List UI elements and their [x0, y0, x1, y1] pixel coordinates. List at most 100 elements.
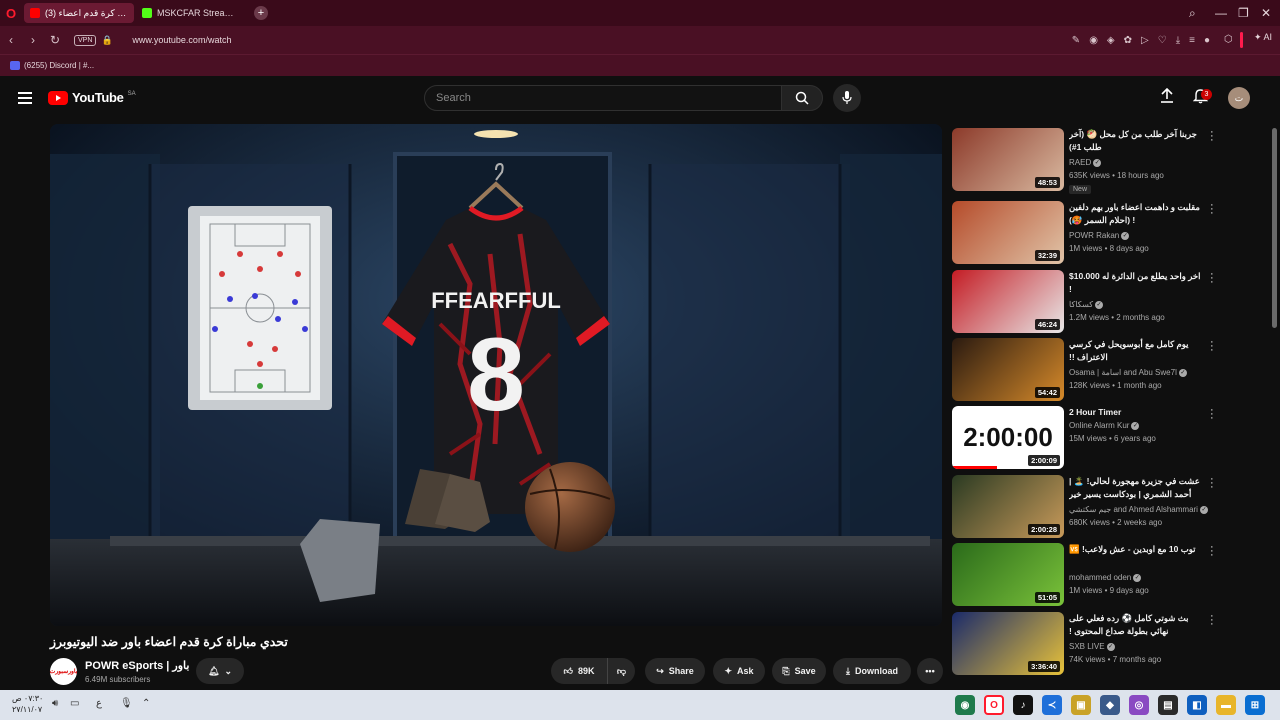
- more-options-icon[interactable]: · · ·: [1210, 542, 1214, 561]
- tab-kick-stream[interactable]: MSKCFAR Stream - Watch: [136, 3, 246, 23]
- forward-icon[interactable]: ›: [22, 33, 44, 47]
- camera-icon[interactable]: ◉: [1089, 35, 1098, 46]
- page-scrollbar[interactable]: [1272, 128, 1277, 328]
- network-icon[interactable]: ▭: [70, 698, 79, 709]
- more-options-icon[interactable]: · · ·: [1210, 474, 1214, 493]
- play-icon[interactable]: ▷: [1141, 35, 1149, 46]
- file-explorer-icon[interactable]: ▬: [1216, 695, 1236, 715]
- more-actions-button[interactable]: •••: [917, 658, 943, 684]
- like-button[interactable]: 👍︎ 89K: [551, 658, 607, 684]
- taskbar-app-icon[interactable]: ▣: [1071, 695, 1091, 715]
- channel-name[interactable]: SXB LIVE ✓: [1069, 642, 1115, 651]
- channel-name[interactable]: POWR Rakan ✓: [1069, 231, 1130, 240]
- clock[interactable]: ٠٧:٣٠ ص ٢٧/١١/٠٧: [12, 693, 43, 715]
- channel-name[interactable]: كسكاكا ✓: [1069, 300, 1104, 309]
- menu-icon[interactable]: ≡: [1189, 35, 1195, 46]
- search-button[interactable]: [781, 85, 823, 111]
- back-icon[interactable]: ‹: [0, 33, 22, 47]
- shield-icon[interactable]: ◈: [1107, 35, 1115, 46]
- more-options-icon[interactable]: · · ·: [1210, 405, 1214, 424]
- video-title[interactable]: توب 10 مع اوبدين - عش ولاعب! 🆚: [1069, 543, 1202, 556]
- video-thumbnail[interactable]: 2:00:28: [952, 475, 1064, 538]
- more-options-icon[interactable]: · · ·: [1210, 269, 1214, 288]
- video-title[interactable]: جربنا آخر طلب من كل محل 🥙 (آخر طلب 1#): [1069, 128, 1202, 154]
- url-field[interactable]: www.youtube.com/watch: [132, 35, 231, 45]
- reload-icon[interactable]: ↻: [44, 33, 66, 47]
- tab-search-icon[interactable]: ⌕: [1189, 0, 1196, 26]
- download-icon[interactable]: ⤓: [1176, 35, 1180, 46]
- channel-name[interactable]: POWR eSports | باور: [85, 659, 189, 672]
- recommendation-item[interactable]: 2:00:00 2:00:09 2 Hour Timer Online Alarm K…: [952, 405, 1222, 472]
- taskbar-app-icon[interactable]: ◎: [1129, 695, 1149, 715]
- video-title[interactable]: عشت في جزيرة مهجورة لحالي! 🏝️ | أحمد الش…: [1069, 475, 1202, 501]
- dislike-button[interactable]: 👎︎: [607, 658, 635, 684]
- channel-name[interactable]: Osama | اسامة and Abu Swe7l ✓: [1069, 368, 1187, 377]
- lock-icon[interactable]: 🔒: [96, 35, 118, 46]
- minimize-button[interactable]: —: [1215, 0, 1227, 26]
- channel-name[interactable]: Online Alarm Kur ✓: [1069, 421, 1140, 430]
- ask-button[interactable]: ✦ Ask: [713, 658, 765, 684]
- recommendation-item[interactable]: 2:00:28 عشت في جزيرة مهجورة لحالي! 🏝️ | أ…: [952, 474, 1222, 541]
- video-title[interactable]: 2 Hour Timer: [1069, 406, 1202, 419]
- recommendation-item[interactable]: 3:36:40 بث شوتي كامل ⚽ رده فعلي على نهائي…: [952, 611, 1222, 678]
- ai-button[interactable]: ✦ AI: [1254, 32, 1272, 48]
- share-button[interactable]: ↪ Share: [645, 658, 705, 684]
- more-options-icon[interactable]: · · ·: [1210, 337, 1214, 356]
- opera-logo-icon[interactable]: O: [0, 0, 22, 26]
- voice-search-button[interactable]: [833, 84, 861, 112]
- windows-start-icon[interactable]: ⊞: [1245, 695, 1265, 715]
- new-tab-button[interactable]: +: [254, 6, 268, 20]
- video-title[interactable]: اخر واحد يطلع من الدائرة له 10.000$ !: [1069, 270, 1202, 296]
- language-indicator[interactable]: ع: [96, 698, 102, 709]
- bookmark-discord[interactable]: (6255) Discord | #...: [24, 61, 94, 70]
- recommendation-item[interactable]: 51:05 توب 10 مع اوبدين - عش ولاعب! 🆚 moham…: [952, 542, 1222, 609]
- close-window-button[interactable]: ✕: [1261, 0, 1271, 26]
- youtube-logo[interactable]: YouTube SA: [48, 90, 136, 105]
- chevron-up-icon[interactable]: ⌃: [142, 698, 150, 709]
- extension-icon[interactable]: ✿: [1124, 35, 1132, 46]
- account-avatar[interactable]: ت: [1228, 87, 1250, 109]
- create-upload-icon[interactable]: [1160, 87, 1174, 109]
- tiktok-icon[interactable]: ♪: [1013, 695, 1033, 715]
- taskbar-app-icon[interactable]: ▤: [1158, 695, 1178, 715]
- recommendation-item[interactable]: 54:42 يوم كامل مع أبوسويحل في كرسي الاعتر…: [952, 337, 1222, 404]
- video-title[interactable]: بث شوتي كامل ⚽ رده فعلي على نهائي بطولة …: [1069, 612, 1202, 638]
- heart-icon[interactable]: ♡: [1158, 35, 1167, 46]
- video-thumbnail[interactable]: 3:36:40: [952, 612, 1064, 675]
- video-player[interactable]: FFEARFFUL 8: [50, 124, 942, 626]
- more-options-icon[interactable]: · · ·: [1210, 200, 1214, 219]
- recommendation-item[interactable]: 48:53 جربنا آخر طلب من كل محل 🥙 (آخر طلب …: [952, 127, 1222, 194]
- video-thumbnail[interactable]: 46:24: [952, 270, 1064, 333]
- recommendation-item[interactable]: 46:24 اخر واحد يطلع من الدائرة له 10.000$…: [952, 269, 1222, 336]
- profile-icon[interactable]: ●: [1204, 35, 1210, 46]
- menu-icon[interactable]: [18, 92, 32, 104]
- video-title[interactable]: يوم كامل مع أبوسويحل في كرسي الاعتراف !!: [1069, 338, 1202, 364]
- recommendation-item[interactable]: 32:39 مقلبت و داهمت اعضاء باور بهم دلفين …: [952, 200, 1222, 267]
- vscode-icon[interactable]: ≺: [1042, 695, 1062, 715]
- volume-icon[interactable]: 🔊︎: [52, 698, 58, 709]
- video-thumbnail[interactable]: 51:05: [952, 543, 1064, 606]
- tab-youtube[interactable]: (3) تحدي مباراة كرة قدم اعضاء...: [24, 3, 134, 23]
- taskbar-app-icon[interactable]: ◆: [1100, 695, 1120, 715]
- more-options-icon[interactable]: · · ·: [1210, 127, 1214, 146]
- channel-name[interactable]: RAED ✓: [1069, 158, 1102, 167]
- channel-avatar[interactable]: باورسبورت: [50, 658, 77, 685]
- vpn-badge[interactable]: VPN: [74, 34, 97, 46]
- video-thumbnail[interactable]: 2:00:00 2:00:09: [952, 406, 1064, 469]
- search-input[interactable]: Search: [424, 85, 782, 111]
- microphone-icon[interactable]: 🎙︎: [120, 698, 133, 709]
- download-button[interactable]: ⤓ Download: [833, 658, 911, 684]
- opera-icon[interactable]: O: [984, 695, 1004, 715]
- more-options-icon[interactable]: · · ·: [1210, 611, 1214, 630]
- cube-icon[interactable]: ⬡: [1224, 34, 1233, 45]
- maximize-button[interactable]: ❐: [1238, 0, 1249, 26]
- video-thumbnail[interactable]: 54:42: [952, 338, 1064, 401]
- video-thumbnail[interactable]: 48:53: [952, 128, 1064, 191]
- edit-icon[interactable]: ✎: [1072, 35, 1080, 46]
- taskbar-app-icon[interactable]: ◉: [955, 695, 975, 715]
- video-title[interactable]: مقلبت و داهمت اعضاء باور بهم دلفين ! (اح…: [1069, 201, 1202, 227]
- channel-name[interactable]: جيم سكتشي and Ahmed Alshammari ✓: [1069, 505, 1208, 514]
- video-thumbnail[interactable]: 32:39: [952, 201, 1064, 264]
- taskbar-app-icon[interactable]: ◧: [1187, 695, 1207, 715]
- save-button[interactable]: ⎘ Save: [772, 658, 826, 684]
